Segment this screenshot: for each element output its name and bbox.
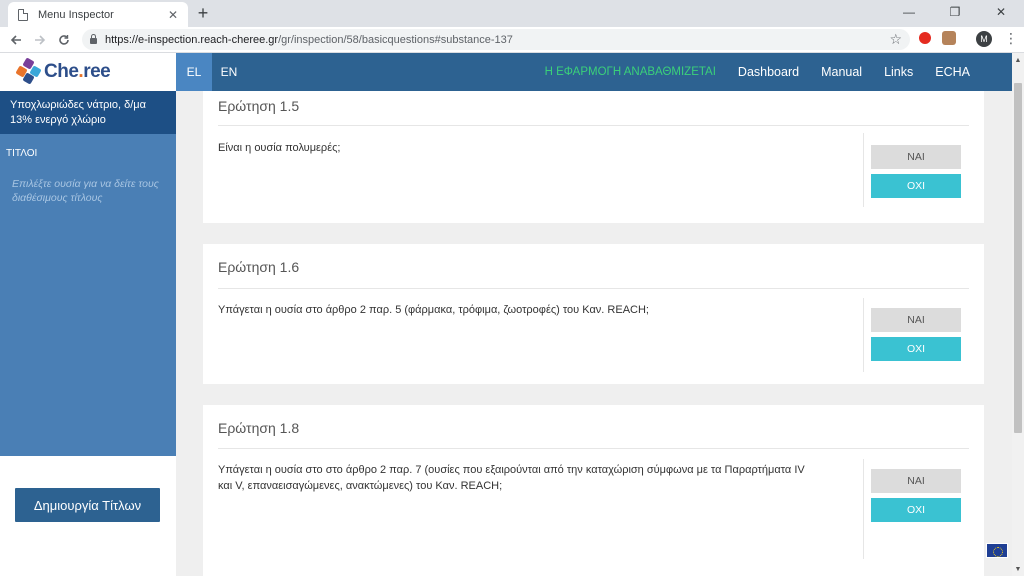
scroll-up-icon[interactable]: ▲ (1012, 53, 1024, 67)
question-text: Υπάγεται η ουσία στο άρθρο 2 παρ. 5 (φάρ… (218, 304, 649, 316)
language-en[interactable]: EN (211, 53, 247, 91)
header-nav: Η ΕΦΑΡΜΟΓΗ ΑΝΑΒΑΘΜΙΖΕΤΑΙ Dashboard Manua… (523, 53, 970, 91)
logo-text: Che.ree (44, 61, 111, 82)
question-title: Ερώτηση 1.5 (218, 98, 300, 114)
card-separator (863, 298, 864, 372)
forward-icon[interactable] (28, 28, 52, 52)
titles-hint: Επιλέξτε ουσία για να δείτε τους διαθέσι… (12, 178, 159, 204)
extension-adblock-icon[interactable] (918, 31, 932, 45)
scroll-thumb[interactable] (1014, 83, 1022, 433)
titles-heading: ΤΙΤΛΟΙ (6, 148, 38, 159)
no-button[interactable]: ΟΧΙ (871, 498, 961, 522)
language-el[interactable]: EL (176, 53, 212, 91)
logo[interactable]: Che.ree (0, 53, 176, 91)
browser-menu-icon[interactable]: ⋮ (1004, 30, 1018, 47)
close-window-button[interactable]: ✕ (978, 0, 1024, 24)
page-viewport: Che.ree EL EN Η ΕΦΑΡΜΟΓΗ ΑΝΑΒΑΘΜΙΖΕΤΑΙ D… (0, 53, 1024, 576)
new-tab-button[interactable]: + (194, 4, 212, 22)
profile-avatar[interactable]: M (976, 31, 992, 47)
yes-button[interactable]: ΝΑΙ (871, 145, 961, 169)
bookmark-star-icon[interactable]: ☆ (889, 31, 902, 48)
url-text: https://e-inspection.reach-cheree.gr/gr/… (105, 33, 513, 46)
yes-button[interactable]: ΝΑΙ (871, 469, 961, 493)
questions-panel: Ερώτηση 1.5 Είναι η ουσία πολυμερές; ΝΑΙ… (176, 91, 1012, 576)
nav-manual[interactable]: Manual (821, 65, 862, 79)
back-icon[interactable] (4, 28, 28, 52)
reload-icon[interactable] (52, 28, 76, 52)
create-titles-button[interactable]: Δημιουργία Τίτλων (15, 488, 160, 522)
upgrade-notice: Η ΕΦΑΡΜΟΓΗ ΑΝΑΒΑΘΜΙΖΕΤΑΙ (544, 66, 716, 78)
sidebar: Υποχλωριώδες νάτριο, δ/μα 13% ενεργό χλώ… (0, 91, 176, 456)
question-card: Ερώτηση 1.8 Υπάγεται η ουσία στο στο άρθ… (203, 405, 984, 576)
question-title: Ερώτηση 1.8 (218, 420, 300, 436)
tab-title: Menu Inspector (38, 8, 114, 21)
card-divider (218, 448, 969, 449)
question-card: Ερώτηση 1.6 Υπάγεται η ουσία στο άρθρο 2… (203, 244, 984, 384)
window-controls: — ❐ ✕ (886, 0, 1024, 27)
tab-close-icon[interactable]: ✕ (166, 8, 180, 22)
minimize-button[interactable]: — (886, 0, 932, 24)
page-scrollbar[interactable]: ▲ ▼ (1012, 53, 1024, 576)
browser-tab[interactable]: Menu Inspector ✕ (8, 2, 188, 27)
card-divider (218, 125, 969, 126)
selected-substance[interactable]: Υποχλωριώδες νάτριο, δ/μα 13% ενεργό χλώ… (0, 91, 176, 134)
extension-pdf-icon[interactable] (942, 31, 956, 45)
nav-links[interactable]: Links (884, 65, 913, 79)
app-header: Che.ree EL EN Η ΕΦΑΡΜΟΓΗ ΑΝΑΒΑΘΜΙΖΕΤΑΙ D… (0, 53, 1012, 91)
no-button[interactable]: ΟΧΙ (871, 337, 961, 361)
question-card: Ερώτηση 1.5 Είναι η ουσία πολυμερές; ΝΑΙ… (203, 91, 984, 223)
question-title: Ερώτηση 1.6 (218, 259, 300, 275)
lock-icon (90, 34, 97, 44)
browser-toolbar: https://e-inspection.reach-cheree.gr/gr/… (0, 27, 1024, 53)
yes-button[interactable]: ΝΑΙ (871, 308, 961, 332)
address-bar[interactable]: https://e-inspection.reach-cheree.gr/gr/… (82, 29, 910, 50)
question-text: Είναι η ουσία πολυμερές; (218, 142, 341, 154)
card-separator (863, 133, 864, 207)
no-button[interactable]: ΟΧΙ (871, 174, 961, 198)
card-divider (218, 288, 969, 289)
nav-echa[interactable]: ECHA (935, 65, 970, 79)
card-separator (863, 459, 864, 559)
question-text: Υπάγεται η ουσία στο στο άρθρο 2 παρ. 7 … (218, 464, 805, 492)
page-icon (18, 8, 28, 21)
restore-button[interactable]: ❐ (932, 0, 978, 24)
nav-dashboard[interactable]: Dashboard (738, 65, 799, 79)
eu-flag-icon (986, 543, 1008, 558)
scroll-down-icon[interactable]: ▼ (1012, 562, 1024, 576)
browser-tab-bar: Menu Inspector ✕ + — ❐ ✕ (0, 0, 1024, 27)
logo-hexagon-icon (15, 57, 42, 85)
